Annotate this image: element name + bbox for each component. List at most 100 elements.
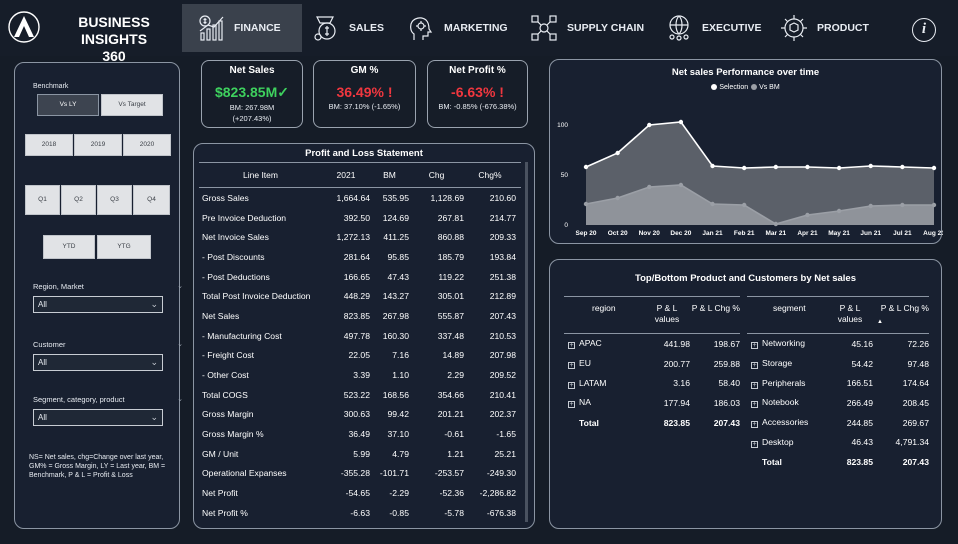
pl-scrollbar[interactable]	[525, 162, 528, 522]
data-point	[741, 165, 747, 171]
pl-row[interactable]: Gross Margin 300.63 99.42 201.21 202.37	[199, 405, 521, 425]
pl-row[interactable]: Net Invoice Sales 1,272.13 411.25 860.88 209…	[199, 227, 521, 247]
expand-icon[interactable]: +	[568, 401, 575, 409]
pl-row[interactable]: Net Profit % -6.63 -0.85 -5.78 -676.38	[199, 503, 521, 523]
quarter-q3-button[interactable]: Q3	[97, 185, 132, 215]
expand-icon[interactable]: +	[751, 421, 758, 429]
nav-tab-label: EXECUTIVE	[702, 22, 762, 34]
matrix-header-cell[interactable]: P & L values	[827, 303, 873, 325]
nav-tab-finance[interactable]: FINANCE	[182, 4, 302, 52]
pl-cell: 251.38	[489, 271, 516, 282]
matrix-row[interactable]: + Peripherals 166.51 174.64	[747, 373, 929, 393]
chevron-down-icon: ⌄	[150, 412, 158, 422]
benchmark-label: Benchmark	[33, 83, 69, 90]
nav-tab-label: SALES	[349, 22, 385, 34]
segment-dropdown[interactable]: All ⌄	[33, 409, 163, 426]
matrix-row[interactable]: + APAC 441.98 198.67	[564, 334, 740, 354]
x-tick-label: Jul 21	[893, 230, 912, 237]
matrix-row[interactable]: + Accessories 244.85 269.67	[747, 413, 929, 433]
matrix-row[interactable]: + Storage 54.42 97.48	[747, 354, 929, 374]
pl-row[interactable]: Pre Invoice Deduction 392.50 124.69 267.81 2…	[199, 208, 521, 228]
pl-cell: Gross Margin	[202, 409, 254, 420]
pl-row[interactable]: GM / Unit 5.99 4.79 1.21 25.21	[199, 444, 521, 464]
sort-ascending-icon: ▲	[877, 319, 883, 325]
nav-tab-executive[interactable]: EXECUTIVE	[650, 4, 765, 52]
matrix-row[interactable]: + Networking 45.16 72.26	[747, 334, 929, 354]
pl-cell: 25.21	[494, 448, 516, 459]
period-ytg-button[interactable]: YTG	[97, 235, 151, 259]
matrix-row[interactable]: + NA 177.94 186.03	[564, 393, 740, 413]
region-dropdown-value: All	[38, 300, 47, 309]
pl-header-cell[interactable]: Chg	[409, 170, 464, 180]
quarter-q4-button[interactable]: Q4	[133, 185, 170, 215]
matrix-header-cell[interactable]: P & L Chg % ▲	[873, 303, 929, 325]
nav-tab-marketing[interactable]: MARKETING	[392, 4, 517, 52]
info-button[interactable]: i	[912, 18, 936, 42]
net-sales-area-chart[interactable]: 0 50 100 Sep 20 Oct 20 Nov 20 Dec 20 Jan 21 Feb …	[550, 60, 943, 245]
data-point	[741, 202, 747, 208]
matrix-cell: 823.85	[846, 456, 873, 467]
matrix-cell: 177.94	[663, 397, 690, 408]
quarter-q1-button[interactable]: Q1	[25, 185, 60, 215]
quarter-q2-button[interactable]: Q2	[61, 185, 96, 215]
pl-header-cell[interactable]: Line Item	[199, 170, 322, 180]
pl-row[interactable]: - Manufacturing Cost 497.78 160.30 337.48 21…	[199, 326, 521, 346]
matrix-row[interactable]: + EU 200.77 259.88	[564, 354, 740, 374]
matrix-header-cell[interactable]: P & L Chg %	[690, 303, 740, 313]
data-point	[615, 150, 620, 156]
pl-cell: -676.38	[486, 507, 516, 518]
data-point	[583, 164, 589, 170]
pl-cell: 124.69	[382, 212, 409, 223]
expand-icon[interactable]: +	[751, 362, 758, 370]
nav-tab-supply-chain[interactable]: SUPPLY CHAIN	[515, 4, 645, 52]
pl-row[interactable]: Net Profit -54.65 -2.29 -52.36 -2,286.82	[199, 483, 521, 503]
sales-money-icon	[314, 16, 336, 41]
pl-row[interactable]: - Freight Cost 22.05 7.16 14.89 207.98	[199, 346, 521, 366]
matrix-header-cell[interactable]: region	[564, 303, 644, 313]
data-point	[583, 201, 589, 207]
expand-icon[interactable]: +	[568, 362, 575, 370]
pl-row[interactable]: - Other Cost 3.39 1.10 2.29 209.52	[199, 365, 521, 385]
pl-row[interactable]: Operational Expanses -355.28 -101.71 -253.5…	[199, 464, 521, 484]
pl-header-cell[interactable]: BM	[370, 170, 409, 180]
expand-icon[interactable]: +	[568, 381, 575, 389]
pl-header-cell[interactable]: 2021	[322, 170, 370, 180]
matrix-total-row[interactable]: Total 823.85 207.43	[747, 452, 929, 472]
x-tick-label: Aug 21	[923, 230, 943, 237]
matrix-header-cell[interactable]: P & L values	[644, 303, 690, 325]
period-ytd-button[interactable]: YTD	[43, 235, 95, 259]
expand-icon[interactable]: +	[751, 381, 758, 389]
expand-icon[interactable]: +	[751, 440, 758, 448]
pl-header-cell[interactable]: Chg%	[464, 170, 516, 180]
matrix-cell: 198.67	[713, 338, 740, 349]
matrix-row[interactable]: + Notebook 266.49 208.45	[747, 393, 929, 413]
matrix-row[interactable]: + Desktop 46.43 4,791.34	[747, 432, 929, 452]
pl-cell: 555.87	[437, 310, 464, 321]
pl-cell: 119.22	[438, 271, 464, 282]
matrix-total-row[interactable]: Total 823.85 207.43	[564, 413, 740, 433]
benchmark-vs-ly-button[interactable]: Vs LY	[37, 94, 99, 116]
year-2018-button[interactable]: 2018	[25, 134, 73, 156]
expand-icon[interactable]: +	[751, 401, 758, 409]
x-tick-label: Mar 21	[766, 230, 787, 237]
matrix-header-cell[interactable]: segment	[747, 303, 827, 313]
matrix-row[interactable]: + LATAM 3.16 58.40	[564, 373, 740, 393]
data-point	[836, 208, 842, 214]
benchmark-vs-target-button[interactable]: Vs Target	[101, 94, 163, 116]
nav-tab-sales[interactable]: SALES	[297, 4, 387, 52]
pl-row[interactable]: Gross Sales 1,664.64 535.95 1,128.69 210.60	[199, 188, 521, 208]
expand-icon[interactable]: +	[751, 342, 758, 350]
nav-tab-product[interactable]: PRODUCT	[765, 4, 875, 52]
pl-row[interactable]: Net Sales 823.85 267.98 555.87 207.43	[199, 306, 521, 326]
pl-row[interactable]: Total COGS 523.22 168.56 354.66 210.41	[199, 385, 521, 405]
year-2020-button[interactable]: 2020	[123, 134, 171, 156]
pl-row[interactable]: Gross Margin % 36.49 37.10 -0.61 -1.65	[199, 424, 521, 444]
year-2019-button[interactable]: 2019	[74, 134, 122, 156]
pl-cell: 4.79	[392, 448, 409, 459]
region-dropdown[interactable]: All ⌄	[33, 296, 163, 313]
pl-row[interactable]: - Post Discounts 281.64 95.85 185.79 193.84	[199, 247, 521, 267]
expand-icon[interactable]: +	[568, 342, 575, 350]
pl-row[interactable]: Total Post Invoice Deduction 448.29 143.27…	[199, 286, 521, 306]
pl-row[interactable]: - Post Deductions 166.65 47.43 119.22 251.38	[199, 267, 521, 287]
customer-dropdown[interactable]: All ⌄	[33, 354, 163, 371]
